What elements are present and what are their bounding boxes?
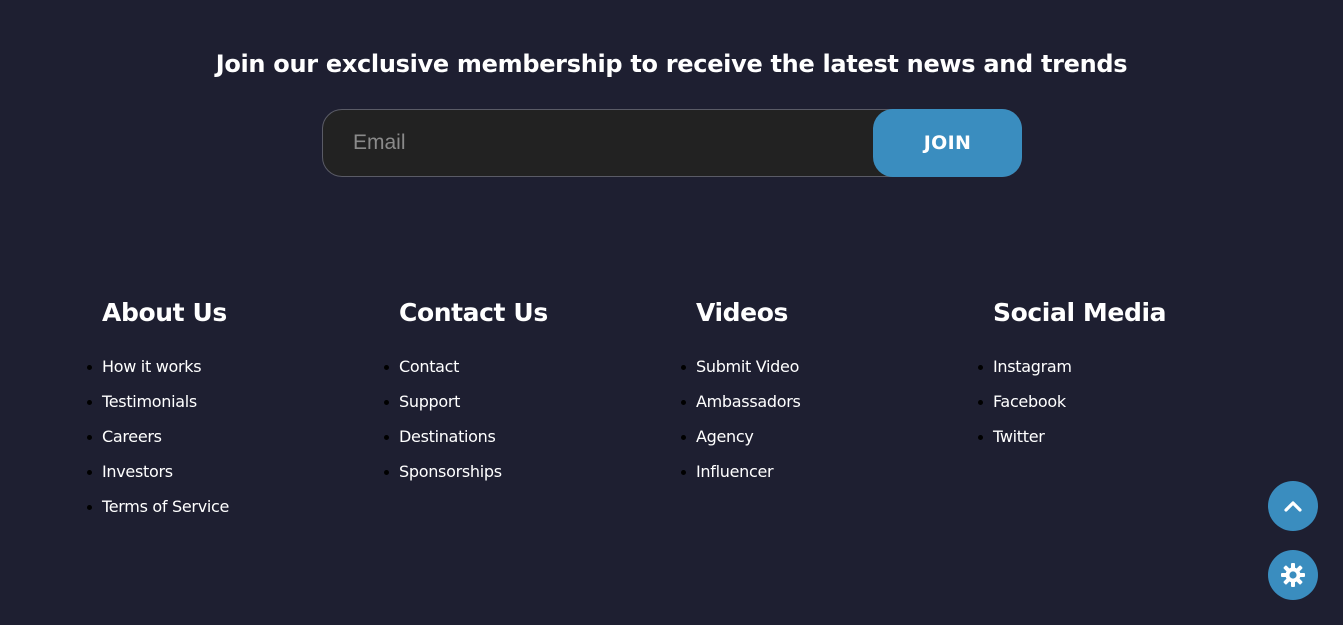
list-item: Terms of Service [87,489,362,524]
newsletter-title: Join our exclusive membership to receive… [215,50,1128,78]
link-support[interactable]: Support [399,392,460,411]
list-item: Investors [87,454,362,489]
list-item: Destinations [384,419,659,454]
link-sponsorships[interactable]: Sponsorships [399,462,502,481]
link-influencer[interactable]: Influencer [696,462,774,481]
link-ambassadors[interactable]: Ambassadors [696,392,801,411]
subscribe-form: JOIN [322,109,1022,177]
list-item: Support [384,384,659,419]
link-testimonials[interactable]: Testimonials [102,392,197,411]
link-agency[interactable]: Agency [696,427,754,446]
link-terms-of-service[interactable]: Terms of Service [102,497,229,516]
list-item: Influencer [681,454,956,489]
chevron-up-icon [1284,500,1302,512]
list-item: Facebook [978,384,1253,419]
link-list-videos: Submit Video Ambassadors Agency Influenc… [681,349,956,489]
list-item: Contact [384,349,659,384]
link-contact[interactable]: Contact [399,357,459,376]
link-submit-video[interactable]: Submit Video [696,357,799,376]
link-investors[interactable]: Investors [102,462,173,481]
link-facebook[interactable]: Facebook [993,392,1066,411]
gear-icon [1280,562,1306,588]
list-item: Careers [87,419,362,454]
scroll-to-top-button[interactable] [1268,481,1318,531]
list-item: Instagram [978,349,1253,384]
link-twitter[interactable]: Twitter [993,427,1045,446]
list-item: Ambassadors [681,384,956,419]
column-heading-videos: Videos [696,298,788,327]
settings-button[interactable] [1268,550,1318,600]
column-heading-contact: Contact Us [399,298,548,327]
link-list-about: How it works Testimonials Careers Invest… [87,349,362,524]
list-item: Sponsorships [384,454,659,489]
footer-column-videos: Videos Submit Video Ambassadors Agency I… [681,295,956,489]
email-input[interactable] [323,110,863,176]
column-heading-social: Social Media [993,298,1167,327]
link-instagram[interactable]: Instagram [993,357,1072,376]
list-item: Submit Video [681,349,956,384]
footer-column-contact: Contact Us Contact Support Destinations … [384,295,659,489]
footer-column-about: About Us How it works Testimonials Caree… [87,295,362,524]
link-careers[interactable]: Careers [102,427,162,446]
list-item: Testimonials [87,384,362,419]
column-heading-about: About Us [102,298,227,327]
list-item: How it works [87,349,362,384]
list-item: Agency [681,419,956,454]
link-how-it-works[interactable]: How it works [102,357,202,376]
footer-column-social: Social Media Instagram Facebook Twitter [978,295,1253,454]
link-list-contact: Contact Support Destinations Sponsorship… [384,349,659,489]
link-list-social: Instagram Facebook Twitter [978,349,1253,454]
list-item: Twitter [978,419,1253,454]
join-button[interactable]: JOIN [873,109,1022,177]
link-destinations[interactable]: Destinations [399,427,496,446]
